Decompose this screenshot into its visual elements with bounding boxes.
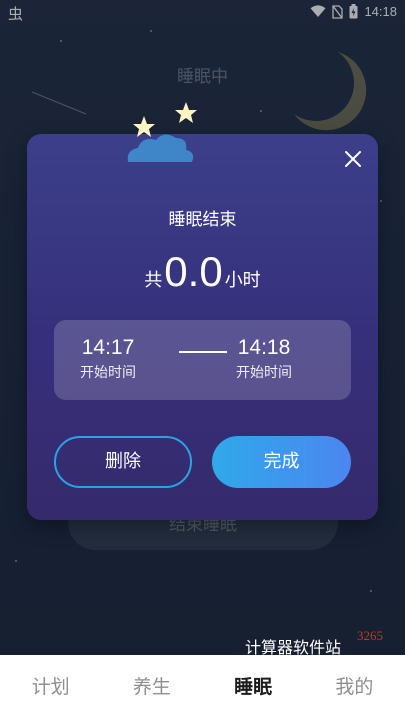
close-button[interactable]: [340, 146, 366, 172]
tab-health[interactable]: 养生: [101, 655, 202, 720]
bottom-tab-bar: 计划 养生 睡眠 我的: [0, 655, 405, 720]
end-time-group: 14:18 开始时间: [204, 336, 324, 382]
sleep-screen: 虫 14:18 睡眠中 结束睡眠 睡眠结束 共0.0 小时 14:17 开始时间…: [0, 0, 405, 720]
start-time-label: 开始时间: [80, 365, 136, 381]
time-range-panel: 14:17 开始时间 14:18 开始时间: [54, 320, 351, 400]
dialog-title: 睡眠结束: [168, 210, 237, 230]
end-time-label: 开始时间: [236, 365, 292, 381]
delete-button[interactable]: 删除: [54, 436, 192, 488]
total-prefix: 共: [144, 270, 163, 291]
end-time: 14:18: [237, 336, 291, 359]
tab-mine[interactable]: 我的: [304, 655, 405, 720]
tab-sleep[interactable]: 睡眠: [203, 655, 304, 720]
total-value: 0.0: [164, 248, 223, 295]
done-button[interactable]: 完成: [212, 436, 351, 488]
watermark-number: 3265: [357, 628, 383, 643]
moon-stars-cloud-icon: [127, 84, 260, 164]
total-unit: 小时: [224, 270, 261, 291]
tab-plan[interactable]: 计划: [0, 655, 101, 720]
close-icon: [345, 151, 361, 167]
total-duration: 共0.0 小时: [27, 248, 378, 296]
start-time: 14:17: [81, 336, 135, 359]
start-time-group: 14:17 开始时间: [48, 336, 168, 382]
